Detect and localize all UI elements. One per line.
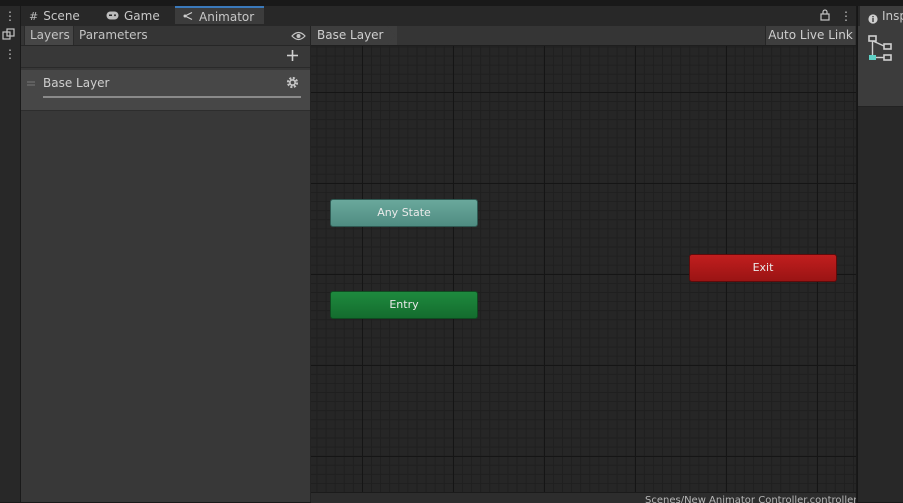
lock-icon[interactable]	[820, 9, 830, 24]
tab-scene-label: Scene	[43, 9, 80, 23]
layers-panel: Layers Parameters Base Layer	[21, 26, 311, 502]
tab-animator-label: Animator	[199, 10, 255, 24]
gear-icon[interactable]	[286, 76, 299, 92]
layer-name: Base Layer	[43, 76, 110, 90]
tab-parameters[interactable]: Parameters	[74, 26, 148, 45]
eye-icon[interactable]	[291, 30, 306, 44]
graph-footer: Scenes/New Animator Controller.controlle…	[311, 492, 856, 503]
graph-toolbar: Base Layer Auto Live Link	[311, 26, 856, 46]
layer-item-base-layer[interactable]: Base Layer	[21, 70, 310, 111]
layer-weight-bar	[43, 96, 301, 98]
editor-tab-bar: # Scene Game Animator ⋮	[21, 6, 856, 27]
tab-scene[interactable]: # Scene	[29, 6, 80, 26]
gamepad-icon	[106, 7, 119, 27]
add-layer-button[interactable]	[286, 49, 299, 65]
inspector-body	[858, 26, 903, 107]
state-machine-graph[interactable]: Any State Entry Exit	[311, 46, 856, 492]
info-icon	[868, 10, 878, 26]
left-dock-strip: ⋮ ⋮	[0, 6, 21, 502]
node-exit[interactable]: Exit	[689, 254, 837, 282]
animator-controller-icon	[868, 34, 894, 65]
grid-icon: #	[29, 10, 39, 23]
node-any-state[interactable]: Any State	[330, 199, 478, 227]
breadcrumb[interactable]: Base Layer	[311, 26, 397, 45]
dock-window-icon[interactable]	[2, 28, 15, 44]
tab-layers[interactable]: Layers	[24, 26, 74, 45]
tab-game-label: Game	[124, 9, 160, 23]
layers-toolbar	[21, 46, 310, 68]
breadcrumb-base-layer: Base Layer	[317, 28, 384, 42]
tab-inspector[interactable]: Inspector	[860, 6, 903, 26]
dock-menu-icon-2[interactable]: ⋮	[4, 48, 16, 60]
drag-handle-icon[interactable]	[27, 75, 35, 89]
node-entry[interactable]: Entry	[330, 291, 478, 319]
auto-live-link-button[interactable]: Auto Live Link	[765, 26, 855, 45]
inspector-dock: Inspector	[857, 6, 903, 502]
tab-menu-icon[interactable]: ⋮	[840, 10, 852, 22]
layers-panel-tabs: Layers Parameters	[21, 26, 310, 46]
tab-inspector-label: Inspector	[882, 9, 903, 23]
animator-icon	[183, 9, 194, 27]
dock-menu-icon[interactable]: ⋮	[4, 10, 16, 22]
tab-animator[interactable]: Animator	[175, 6, 264, 24]
tab-game[interactable]: Game	[106, 6, 160, 26]
